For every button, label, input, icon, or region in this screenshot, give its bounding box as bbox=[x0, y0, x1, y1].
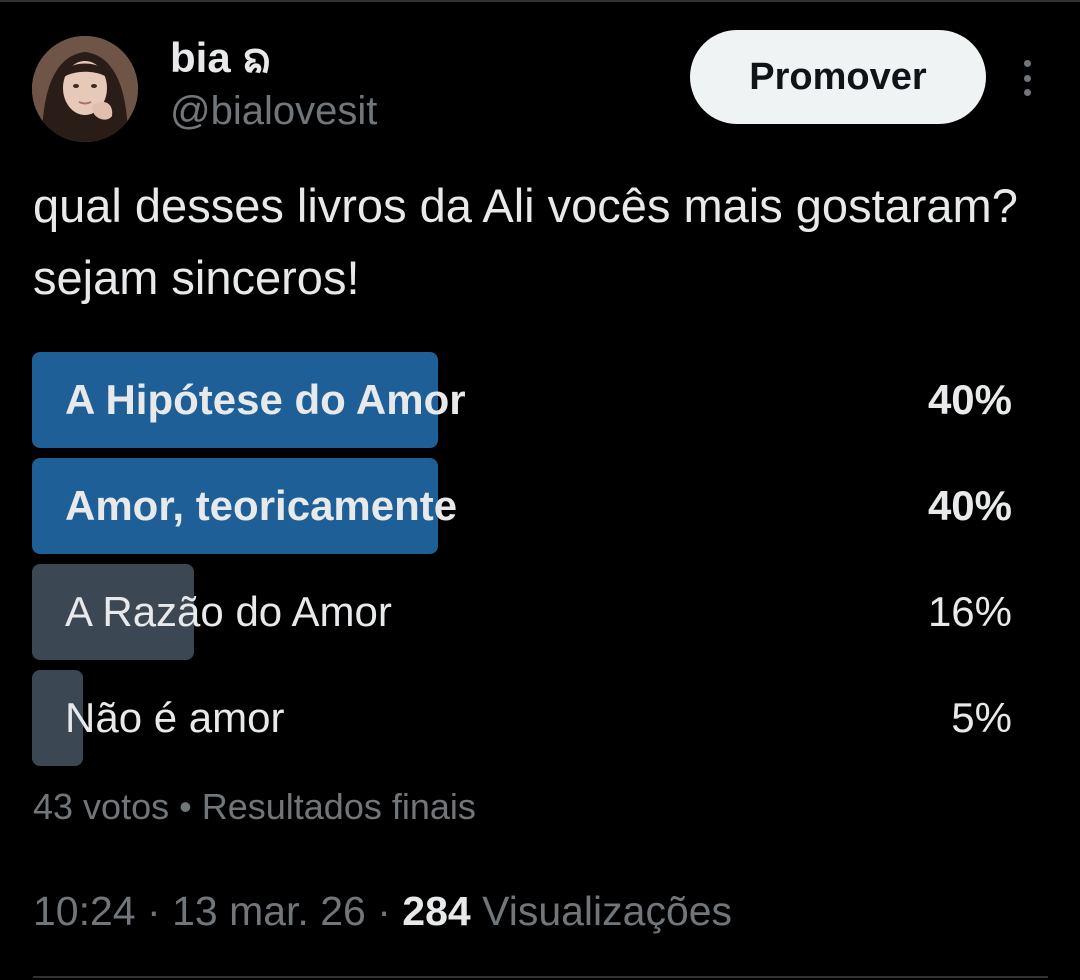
avatar[interactable] bbox=[32, 36, 138, 142]
views-label[interactable]: Visualizações bbox=[482, 888, 732, 934]
poll: A Hipótese do Amor 40% Amor, teoricament… bbox=[32, 352, 1012, 776]
poll-status: Resultados finais bbox=[201, 786, 476, 827]
poll-option: Amor, teoricamente 40% bbox=[32, 458, 1012, 554]
tweet-timestamp-row: 10:24 · 13 mar. 26 · 284 Visualizações bbox=[33, 888, 732, 935]
poll-option-percent: 40% bbox=[927, 376, 1012, 423]
display-name[interactable]: bia ᨦ bbox=[170, 30, 272, 86]
meta-dot: · bbox=[377, 888, 391, 934]
poll-option: Não é amor 5% bbox=[32, 670, 1012, 766]
promote-button[interactable]: Promover bbox=[690, 30, 986, 124]
poll-option-label: Não é amor bbox=[65, 694, 285, 741]
more-dot bbox=[1023, 74, 1031, 82]
poll-option-percent: 5% bbox=[951, 694, 1012, 741]
views-count[interactable]: 284 bbox=[402, 888, 470, 934]
more-dot bbox=[1023, 89, 1031, 96]
poll-option: A Razão do Amor 16% bbox=[32, 564, 1012, 660]
avatar-image bbox=[32, 36, 138, 142]
user-handle[interactable]: @bialovesit bbox=[170, 86, 377, 136]
poll-option-percent: 16% bbox=[927, 588, 1012, 635]
poll-votes-count: 43 votos bbox=[33, 786, 170, 827]
tweet-date[interactable]: 13 mar. 26 bbox=[172, 888, 366, 934]
poll-option-label: A Hipótese do Amor bbox=[65, 376, 466, 423]
tweet-time[interactable]: 10:24 bbox=[33, 888, 136, 934]
bottom-divider bbox=[33, 976, 1048, 978]
poll-option: A Hipótese do Amor 40% bbox=[32, 352, 1012, 448]
top-divider bbox=[0, 0, 1080, 2]
poll-meta-separator: • bbox=[179, 786, 192, 827]
poll-option-label: Amor, teoricamente bbox=[65, 482, 458, 529]
meta-dot: · bbox=[147, 888, 161, 934]
tweet-text: qual desses livros da Ali vocês mais gos… bbox=[33, 179, 1018, 304]
poll-meta: 43 votos • Resultados finais bbox=[33, 786, 476, 828]
poll-option-percent: 40% bbox=[927, 482, 1012, 529]
more-options-icon[interactable] bbox=[1010, 60, 1044, 96]
more-dot bbox=[1023, 60, 1031, 67]
poll-option-label: A Razão do Amor bbox=[65, 588, 392, 635]
